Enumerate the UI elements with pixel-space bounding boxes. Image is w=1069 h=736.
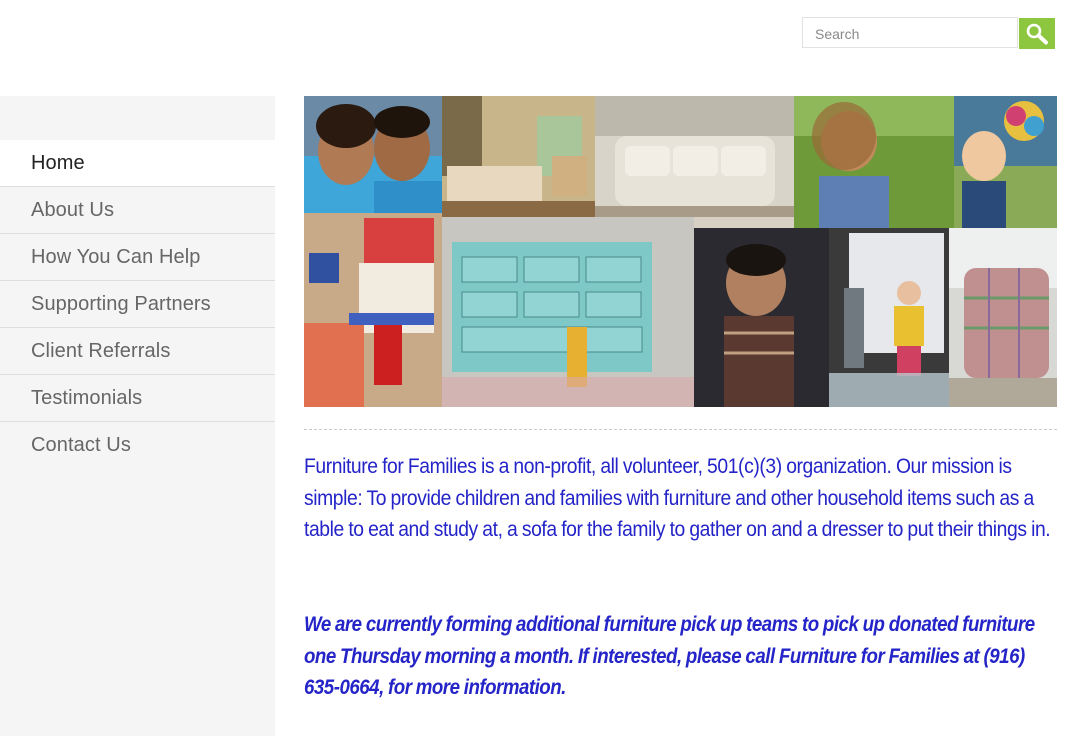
hero-collage-image [304,96,1057,407]
nav-item-home[interactable]: Home [0,140,275,187]
volunteer-callout: We are currently forming additional furn… [304,613,1035,699]
search-box [802,17,1018,48]
mission-statement: Furniture for Families is a non-profit, … [304,455,1051,541]
sidebar-nav: Home About Us How You Can Help Supportin… [0,140,275,469]
photo-kids-room [304,213,442,407]
search-form [802,17,1055,50]
photo-girl-grass [794,96,954,228]
photo-toddler-cat-window [829,228,949,407]
main-content: Furniture for Families is a non-profit, … [304,451,1059,699]
nav-item-client-referrals[interactable]: Client Referrals [0,328,275,375]
nav-item-supporting-partners[interactable]: Supporting Partners [0,281,275,328]
nav-item-testimonials[interactable]: Testimonials [0,375,275,422]
nav-item-about-us[interactable]: About Us [0,187,275,234]
photo-boy-pinwheel [954,96,1057,228]
nav-item-how-you-can-help[interactable]: How You Can Help [0,234,275,281]
photo-two-children [304,96,442,213]
content-divider [304,429,1057,430]
photo-plaid-armchair [949,228,1057,407]
photo-teal-dresser [442,217,694,407]
search-button[interactable] [1019,18,1055,49]
photo-sofa [595,96,794,217]
search-input[interactable] [803,18,1017,47]
photo-bedroom [442,96,595,217]
sidebar: Home About Us How You Can Help Supportin… [0,96,275,736]
nav-item-contact-us[interactable]: Contact Us [0,422,275,469]
search-icon [1026,23,1048,44]
photo-smiling-toddler [694,228,829,407]
